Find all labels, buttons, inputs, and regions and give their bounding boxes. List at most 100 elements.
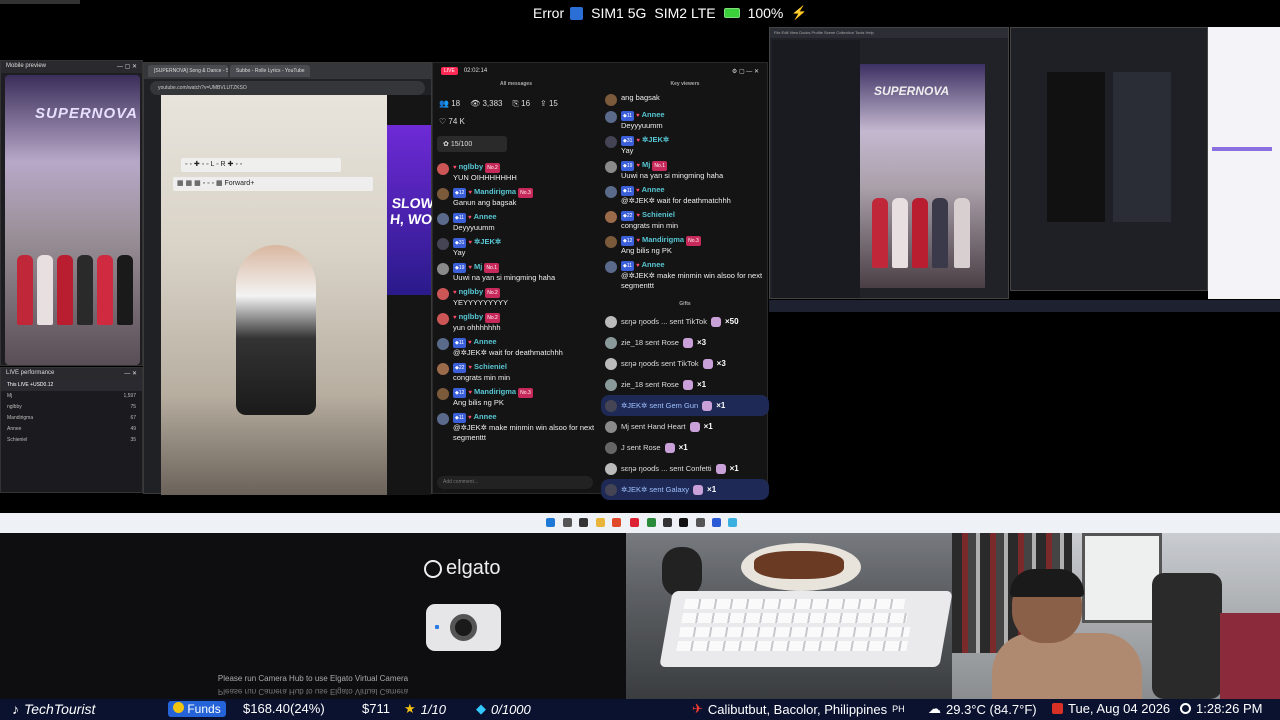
user-avatar[interactable] xyxy=(605,337,617,349)
window-controls[interactable]: — ✕ xyxy=(124,370,137,378)
level-badge: ◆22 xyxy=(621,211,635,221)
obs-preview-logo: SUPERNOVA xyxy=(874,84,950,98)
user-avatar[interactable] xyxy=(605,463,617,475)
live-performance-panel[interactable]: LIVE performance — ✕ This LIVE +USD0.12 … xyxy=(0,367,143,493)
app-icon[interactable] xyxy=(728,518,737,527)
username[interactable]: nglbby xyxy=(459,287,484,296)
app-icon[interactable] xyxy=(679,518,688,527)
username[interactable]: Annee xyxy=(642,110,665,119)
username[interactable]: Annee xyxy=(474,337,497,346)
level-badge: ◆11 xyxy=(621,186,635,196)
browser-icon[interactable] xyxy=(612,518,621,527)
window-controls[interactable]: ⚙ ▢ — ✕ xyxy=(732,68,759,76)
search-icon[interactable] xyxy=(563,518,572,527)
user-avatar[interactable] xyxy=(437,388,449,400)
gift-count: ×3 xyxy=(716,359,726,368)
heart-icon: ♥ xyxy=(636,213,640,219)
user-avatar[interactable] xyxy=(437,188,449,200)
username[interactable]: Mandirigma xyxy=(474,387,516,396)
message-body: ◆12 ♥ Mandirigma No.3 Ganun ang bagsak xyxy=(453,187,533,208)
user-avatar[interactable] xyxy=(605,261,617,273)
user-avatar[interactable] xyxy=(437,163,449,175)
forward-label: Forward+ xyxy=(224,180,255,187)
app-icon[interactable] xyxy=(663,518,672,527)
username[interactable]: Annee xyxy=(642,260,665,269)
username[interactable]: Schieniel xyxy=(642,210,675,219)
obs-sources-panel[interactable] xyxy=(772,40,860,298)
app-icon[interactable] xyxy=(712,518,721,527)
username[interactable]: Annee xyxy=(642,185,665,194)
user-avatar[interactable] xyxy=(605,379,617,391)
start-icon[interactable] xyxy=(546,518,555,527)
video-logo: SUPERNOVA xyxy=(35,105,138,122)
live-summary: This LIVE +USD0.12 xyxy=(1,380,142,391)
username[interactable]: ✲JEK✲ xyxy=(642,135,669,144)
folder-icon[interactable] xyxy=(596,518,605,527)
level-badge: ◆31 xyxy=(453,238,467,248)
dance-video[interactable]: ◦ ◦ ✚ ◦ ◦ L ◦ R ✚ ◦ ◦ ▦ ▦ ▦ ◦ ◦ ◦ ▦ Forw… xyxy=(161,95,387,495)
gift-entry: sɛŋǝ ŋooɗs sent TikTok ×3 xyxy=(601,353,769,374)
dancer-figure xyxy=(117,255,133,325)
level-badge: ◆11 xyxy=(621,261,635,271)
username[interactable]: Mandirigma xyxy=(642,235,684,244)
rank-badge: No.3 xyxy=(518,388,533,398)
user-avatar[interactable] xyxy=(437,338,449,350)
user-avatar[interactable] xyxy=(605,186,617,198)
user-avatar[interactable] xyxy=(605,421,617,433)
task-view-icon[interactable] xyxy=(579,518,588,527)
message-text: Ang bilis ng PK xyxy=(453,398,504,407)
user-avatar[interactable] xyxy=(605,211,617,223)
username[interactable]: nglbby xyxy=(459,312,484,321)
window-controls[interactable]: — ▢ ✕ xyxy=(117,63,137,71)
gift-entry: sɛŋǝ ŋooɗs ... sent TikTok ×50 xyxy=(601,311,769,332)
browser-tab[interactable]: Subbo - Rolle Lyrics - YouTube xyxy=(230,65,310,77)
stream-ticker: ♪ TechTourist Funds $168.40(24%) $711 ★ 1… xyxy=(0,699,1280,720)
user-avatar[interactable] xyxy=(437,263,449,275)
mouse xyxy=(662,547,702,597)
user-avatar[interactable] xyxy=(605,484,617,496)
user-avatar[interactable] xyxy=(437,288,449,300)
app-icon[interactable] xyxy=(630,518,639,527)
username[interactable]: Annee xyxy=(474,412,497,421)
user-avatar[interactable] xyxy=(605,316,617,328)
username[interactable]: Mandirigma xyxy=(474,187,516,196)
top-status-bar: Error SIM1 5G SIM2 LTE 100% ⚡ xyxy=(0,0,1280,28)
app-icon[interactable] xyxy=(647,518,656,527)
username[interactable]: Mj xyxy=(474,262,482,271)
live-chat-window[interactable]: LIVE 02:02:14 ⚙ ▢ — ✕ All messages 👥 18 👁… xyxy=(432,62,769,500)
gift-count: ×1 xyxy=(729,464,739,473)
user-avatar[interactable] xyxy=(437,413,449,425)
browser-window[interactable]: [SUPERNOVA] Song & Dance - Sxs Subbo - R… xyxy=(143,62,453,495)
obs-window[interactable]: File Edit View Docks Profile Scene Colle… xyxy=(769,27,1009,299)
username[interactable]: Mj xyxy=(642,160,650,169)
username[interactable]: Schieniel xyxy=(474,362,507,371)
chat-message: ♥ nglbby No.2 YUN OIHHHHHHH xyxy=(433,160,599,185)
user-avatar[interactable] xyxy=(605,111,617,123)
address-bar[interactable]: youtube.com/watch?v=UMBVLUTZKSO xyxy=(150,81,425,95)
sim1-label: SIM1 5G xyxy=(591,5,647,21)
user-avatar[interactable] xyxy=(437,313,449,325)
mobile-preview-window[interactable]: Mobile preview — ▢ ✕ SUPERNOVA xyxy=(0,60,143,366)
browser-tab[interactable]: [SUPERNOVA] Song & Dance - Sxs xyxy=(148,65,228,77)
app-icon[interactable] xyxy=(696,518,705,527)
username[interactable]: nglbby xyxy=(459,162,484,171)
web-dashboard-window[interactable] xyxy=(1208,27,1280,299)
username[interactable]: ✲JEK✲ xyxy=(474,237,501,246)
user-avatar[interactable] xyxy=(605,400,617,412)
comment-input[interactable]: Add comment... xyxy=(437,476,593,489)
user-avatar[interactable] xyxy=(437,213,449,225)
user-avatar[interactable] xyxy=(605,94,617,106)
leaderboard-row: nglbby 75 xyxy=(7,404,136,410)
user-avatar[interactable] xyxy=(605,236,617,248)
user-avatar[interactable] xyxy=(605,358,617,370)
user-avatar[interactable] xyxy=(605,442,617,454)
chat-message: ◆12 ♥ Mandirigma No.3 Ang bilis ng PK xyxy=(433,385,599,410)
user-avatar[interactable] xyxy=(605,161,617,173)
settings-window[interactable] xyxy=(1010,27,1208,291)
user-avatar[interactable] xyxy=(605,136,617,148)
user-avatar[interactable] xyxy=(437,363,449,375)
username[interactable]: Annee xyxy=(474,212,497,221)
gift-count: ×50 xyxy=(724,317,739,326)
user-avatar[interactable] xyxy=(437,238,449,250)
camera-led-icon xyxy=(435,625,439,629)
